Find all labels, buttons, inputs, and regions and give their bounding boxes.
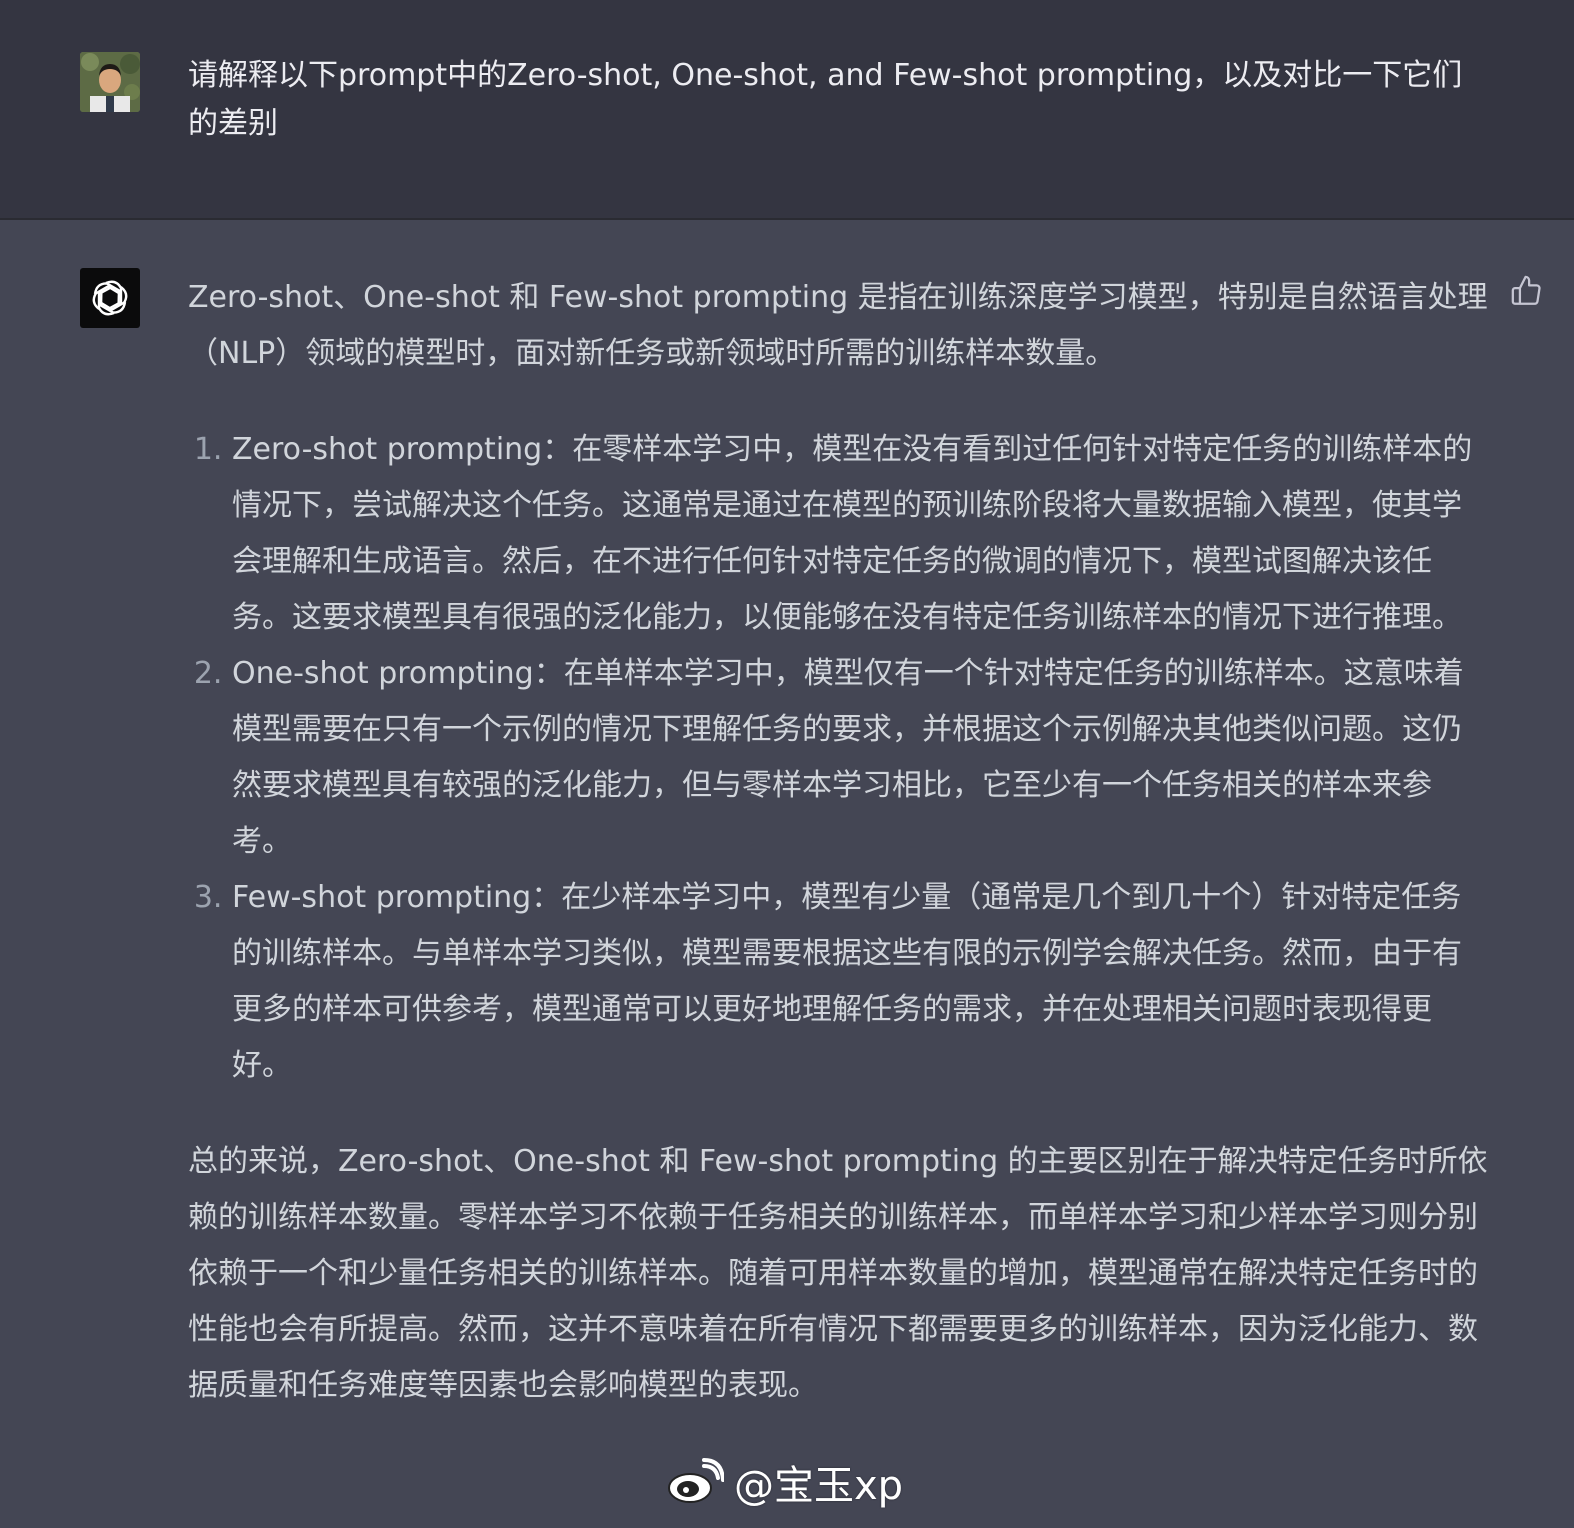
assistant-message-content: Zero-shot、One-shot 和 Few-shot prompting … xyxy=(188,270,1488,1414)
assistant-avatar xyxy=(80,268,140,328)
thumbs-up-button[interactable] xyxy=(1510,274,1544,308)
user-avatar xyxy=(80,52,140,112)
assistant-intro: Zero-shot、One-shot 和 Few-shot prompting … xyxy=(188,280,1488,371)
weibo-icon xyxy=(668,1458,724,1503)
openai-logo-icon xyxy=(92,280,128,316)
user-message-text: 请解释以下prompt中的Zero-shot, One-shot, and Fe… xyxy=(188,58,1463,141)
weibo-watermark: @宝玉xp xyxy=(666,1454,903,1510)
thumbs-up-icon xyxy=(1511,275,1541,305)
list-item-one-shot: One-shot prompting：在单样本学习中，模型仅有一个针对特定任务的… xyxy=(232,646,1488,870)
watermark-text: @宝玉xp xyxy=(734,1463,904,1509)
user-message-row: 请解释以下prompt中的Zero-shot, One-shot, and Fe… xyxy=(0,0,1574,220)
assistant-summary: 总的来说，Zero-shot、One-shot 和 Few-shot promp… xyxy=(188,1144,1488,1403)
explanation-list: Zero-shot prompting：在零样本学习中，模型在没有看到过任何针对… xyxy=(188,422,1488,1094)
assistant-message-row: Zero-shot、One-shot 和 Few-shot prompting … xyxy=(0,220,1574,1528)
user-avatar-photo xyxy=(80,52,140,112)
list-item-zero-shot: Zero-shot prompting：在零样本学习中，模型在没有看到过任何针对… xyxy=(232,422,1488,646)
list-item-few-shot: Few-shot prompting：在少样本学习中，模型有少量（通常是几个到几… xyxy=(232,870,1488,1094)
